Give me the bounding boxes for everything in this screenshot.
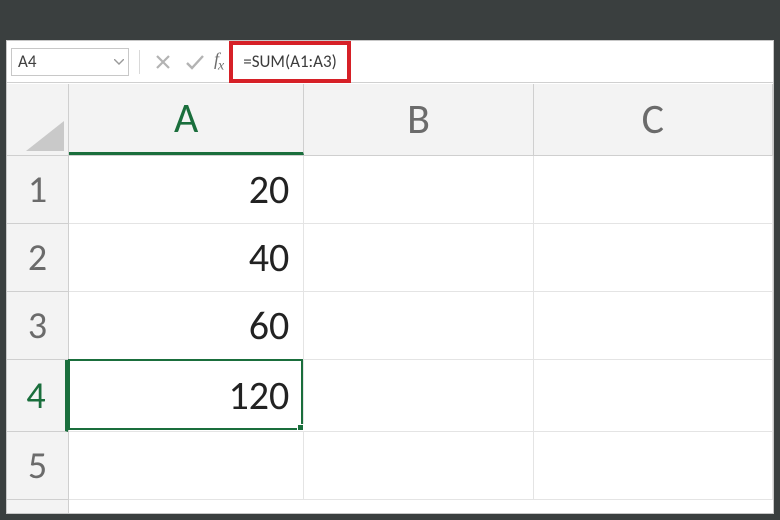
fx-icon[interactable]: fx: [214, 49, 225, 75]
row-header-2[interactable]: 2: [7, 224, 68, 292]
formula-input-highlight: =SUM(A1:A3): [229, 41, 350, 83]
column-header-b[interactable]: B: [304, 84, 533, 155]
row-header-3[interactable]: 3: [7, 292, 68, 360]
formula-bar: A4 fx =SUM(A1:A3): [7, 41, 773, 83]
cell-a1[interactable]: 20: [69, 156, 304, 224]
cell-b1[interactable]: [304, 156, 533, 224]
cell-c1[interactable]: [534, 156, 773, 224]
cell-b3[interactable]: [304, 292, 533, 360]
cell-b2[interactable]: [304, 224, 533, 292]
formula-input[interactable]: =SUM(A1:A3): [243, 51, 336, 72]
cell-a2[interactable]: 40: [69, 224, 304, 292]
cancel-formula-button[interactable]: [150, 49, 176, 75]
cell-c2[interactable]: [534, 224, 773, 292]
row-header-5[interactable]: 5: [7, 432, 68, 500]
cell-c4[interactable]: [534, 360, 773, 432]
cells-area[interactable]: 204060120: [69, 156, 773, 513]
column-header-a[interactable]: A: [69, 84, 304, 155]
cell-a3[interactable]: 60: [69, 292, 304, 360]
name-box-value: A4: [12, 51, 110, 72]
cell-a4[interactable]: 120: [69, 360, 304, 432]
row-header-1[interactable]: 1: [7, 156, 68, 224]
column-headers: ABC: [69, 84, 773, 156]
row-header-4[interactable]: 4: [7, 360, 68, 432]
cell-b4[interactable]: [304, 360, 533, 432]
name-box[interactable]: A4: [11, 48, 129, 76]
cell-c3[interactable]: [534, 292, 773, 360]
select-all-corner[interactable]: [7, 84, 69, 156]
row-headers: 12345: [7, 156, 69, 513]
cell-b5[interactable]: [304, 432, 533, 500]
cell-c5[interactable]: [534, 432, 773, 500]
chevron-down-icon[interactable]: [110, 49, 128, 75]
cell-a5[interactable]: [69, 432, 304, 500]
separator: [139, 50, 140, 74]
spreadsheet-grid: ABC 12345 204060120: [7, 84, 773, 513]
column-header-c[interactable]: C: [534, 84, 773, 155]
confirm-formula-button[interactable]: [182, 49, 208, 75]
